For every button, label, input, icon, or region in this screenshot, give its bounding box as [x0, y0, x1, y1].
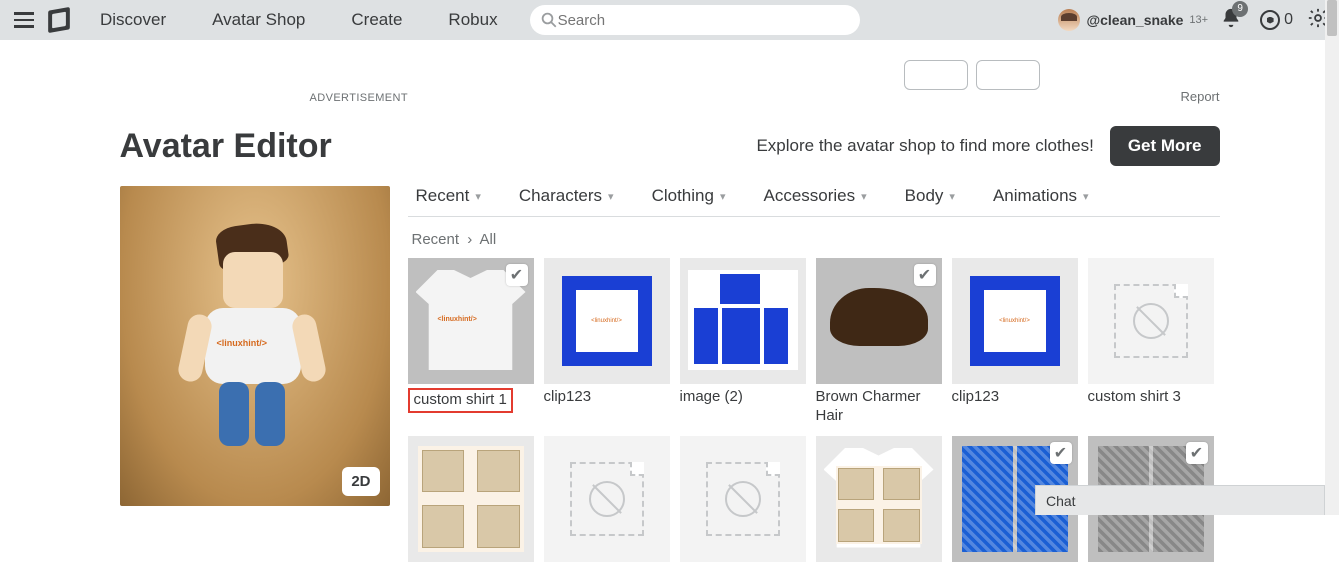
- scrollbar-thumb[interactable]: [1327, 0, 1337, 36]
- tab-label: Clothing: [652, 186, 714, 206]
- get-more-button[interactable]: Get More: [1110, 126, 1220, 166]
- items-grid: <linuxhint/> ✔ custom shirt 1 clip123: [408, 258, 1220, 562]
- top-nav: Discover Avatar Shop Create Robux @clean…: [0, 0, 1339, 40]
- vertical-scrollbar[interactable]: [1325, 0, 1339, 515]
- search-box[interactable]: [530, 5, 860, 35]
- robux-balance[interactable]: 0: [1260, 10, 1293, 30]
- tab-body[interactable]: Body ▾: [905, 186, 955, 206]
- item-card: [408, 436, 534, 562]
- item-card: image (2): [680, 258, 806, 426]
- tab-label: Characters: [519, 186, 602, 206]
- nav-links: Discover Avatar Shop Create Robux: [92, 6, 506, 34]
- ad-label: ADVERTISEMENT: [310, 92, 409, 104]
- nav-create[interactable]: Create: [343, 6, 410, 34]
- ad-strip: ADVERTISEMENT Report: [120, 50, 1220, 90]
- item-card: [816, 436, 942, 562]
- check-icon: ✔: [914, 264, 936, 286]
- item-card: custom shirt 3: [1088, 258, 1214, 426]
- item-thumbnail[interactable]: [544, 436, 670, 562]
- chevron-down-icon: ▾: [608, 190, 614, 203]
- breadcrumb-b[interactable]: All: [480, 231, 497, 248]
- chevron-down-icon: ▾: [861, 190, 867, 203]
- tab-recent[interactable]: Recent ▾: [416, 186, 481, 206]
- tab-accessories[interactable]: Accessories ▾: [763, 186, 866, 206]
- explore-text: Explore the avatar shop to find more clo…: [756, 136, 1093, 156]
- chevron-down-icon: ▾: [720, 190, 726, 203]
- chevron-down-icon: ▾: [1083, 190, 1089, 203]
- item-thumbnail[interactable]: <linuxhint/> ✔: [408, 258, 534, 384]
- ad-button-2[interactable]: [976, 60, 1040, 90]
- item-card: <linuxhint/> ✔ custom shirt 1: [408, 258, 534, 426]
- item-thumbnail[interactable]: [544, 258, 670, 384]
- chevron-right-icon: ›: [467, 231, 472, 248]
- search-icon: [540, 11, 558, 29]
- item-thumbnail[interactable]: [1088, 258, 1214, 384]
- item-label[interactable]: Brown Charmer Hair: [816, 388, 942, 426]
- tab-label: Accessories: [763, 186, 855, 206]
- search-input[interactable]: [558, 12, 850, 29]
- item-card: [544, 436, 670, 562]
- avatar-icon: [1058, 9, 1080, 31]
- item-thumbnail[interactable]: [952, 258, 1078, 384]
- nav-discover[interactable]: Discover: [92, 6, 174, 34]
- hamburger-menu-icon[interactable]: [10, 6, 38, 34]
- item-card: clip123: [952, 258, 1078, 426]
- user-chip[interactable]: @clean_snake 13+: [1058, 9, 1208, 31]
- item-thumbnail[interactable]: [408, 436, 534, 562]
- ad-report-link[interactable]: Report: [1180, 89, 1219, 104]
- robux-count: 0: [1284, 11, 1293, 29]
- item-label[interactable]: custom shirt 1: [408, 388, 513, 413]
- item-label[interactable]: clip123: [544, 388, 670, 407]
- tab-label: Recent: [416, 186, 470, 206]
- page-title: Avatar Editor: [120, 127, 757, 166]
- item-label[interactable]: clip123: [952, 388, 1078, 407]
- category-tabs: Recent ▾ Characters ▾ Clothing ▾ Accessorie…: [408, 186, 1220, 217]
- item-thumbnail[interactable]: ✔: [816, 258, 942, 384]
- nav-robux[interactable]: Robux: [440, 6, 505, 34]
- avatar-preview[interactable]: 2D: [120, 186, 390, 506]
- age-badge: 13+: [1189, 14, 1208, 26]
- notifications-button[interactable]: 9: [1220, 7, 1242, 34]
- ad-box: [310, 60, 1040, 90]
- item-label[interactable]: image (2): [680, 388, 806, 407]
- tab-clothing[interactable]: Clothing ▾: [652, 186, 726, 206]
- robux-icon: [1260, 10, 1280, 30]
- item-label[interactable]: custom shirt 3: [1088, 388, 1214, 407]
- item-card: [680, 436, 806, 562]
- tab-label: Animations: [993, 186, 1077, 206]
- chevron-down-icon: ▾: [949, 190, 955, 203]
- breadcrumb-a[interactable]: Recent: [412, 231, 460, 248]
- chat-label: Chat: [1046, 493, 1076, 509]
- item-thumbnail[interactable]: [680, 258, 806, 384]
- roblox-logo-icon[interactable]: [48, 7, 70, 33]
- tab-animations[interactable]: Animations ▾: [993, 186, 1089, 206]
- item-thumbnail[interactable]: [680, 436, 806, 562]
- username: @clean_snake: [1086, 12, 1183, 28]
- chat-bar[interactable]: Chat: [1035, 485, 1325, 515]
- ad-button-1[interactable]: [904, 60, 968, 90]
- chevron-down-icon: ▾: [475, 190, 481, 203]
- item-card: clip123: [544, 258, 670, 426]
- breadcrumb: Recent › All: [412, 231, 1220, 248]
- check-icon: ✔: [1050, 442, 1072, 464]
- tab-label: Body: [905, 186, 944, 206]
- nav-avatar-shop[interactable]: Avatar Shop: [204, 6, 313, 34]
- check-icon: ✔: [506, 264, 528, 286]
- item-card: ✔ Brown Charmer Hair: [816, 258, 942, 426]
- avatar-character: [175, 216, 335, 476]
- check-icon: ✔: [1186, 442, 1208, 464]
- notif-count-badge: 9: [1232, 1, 1248, 17]
- view-toggle-2d-button[interactable]: 2D: [342, 467, 379, 496]
- page-header: Avatar Editor Explore the avatar shop to…: [120, 126, 1220, 166]
- tab-characters[interactable]: Characters ▾: [519, 186, 614, 206]
- item-thumbnail[interactable]: [816, 436, 942, 562]
